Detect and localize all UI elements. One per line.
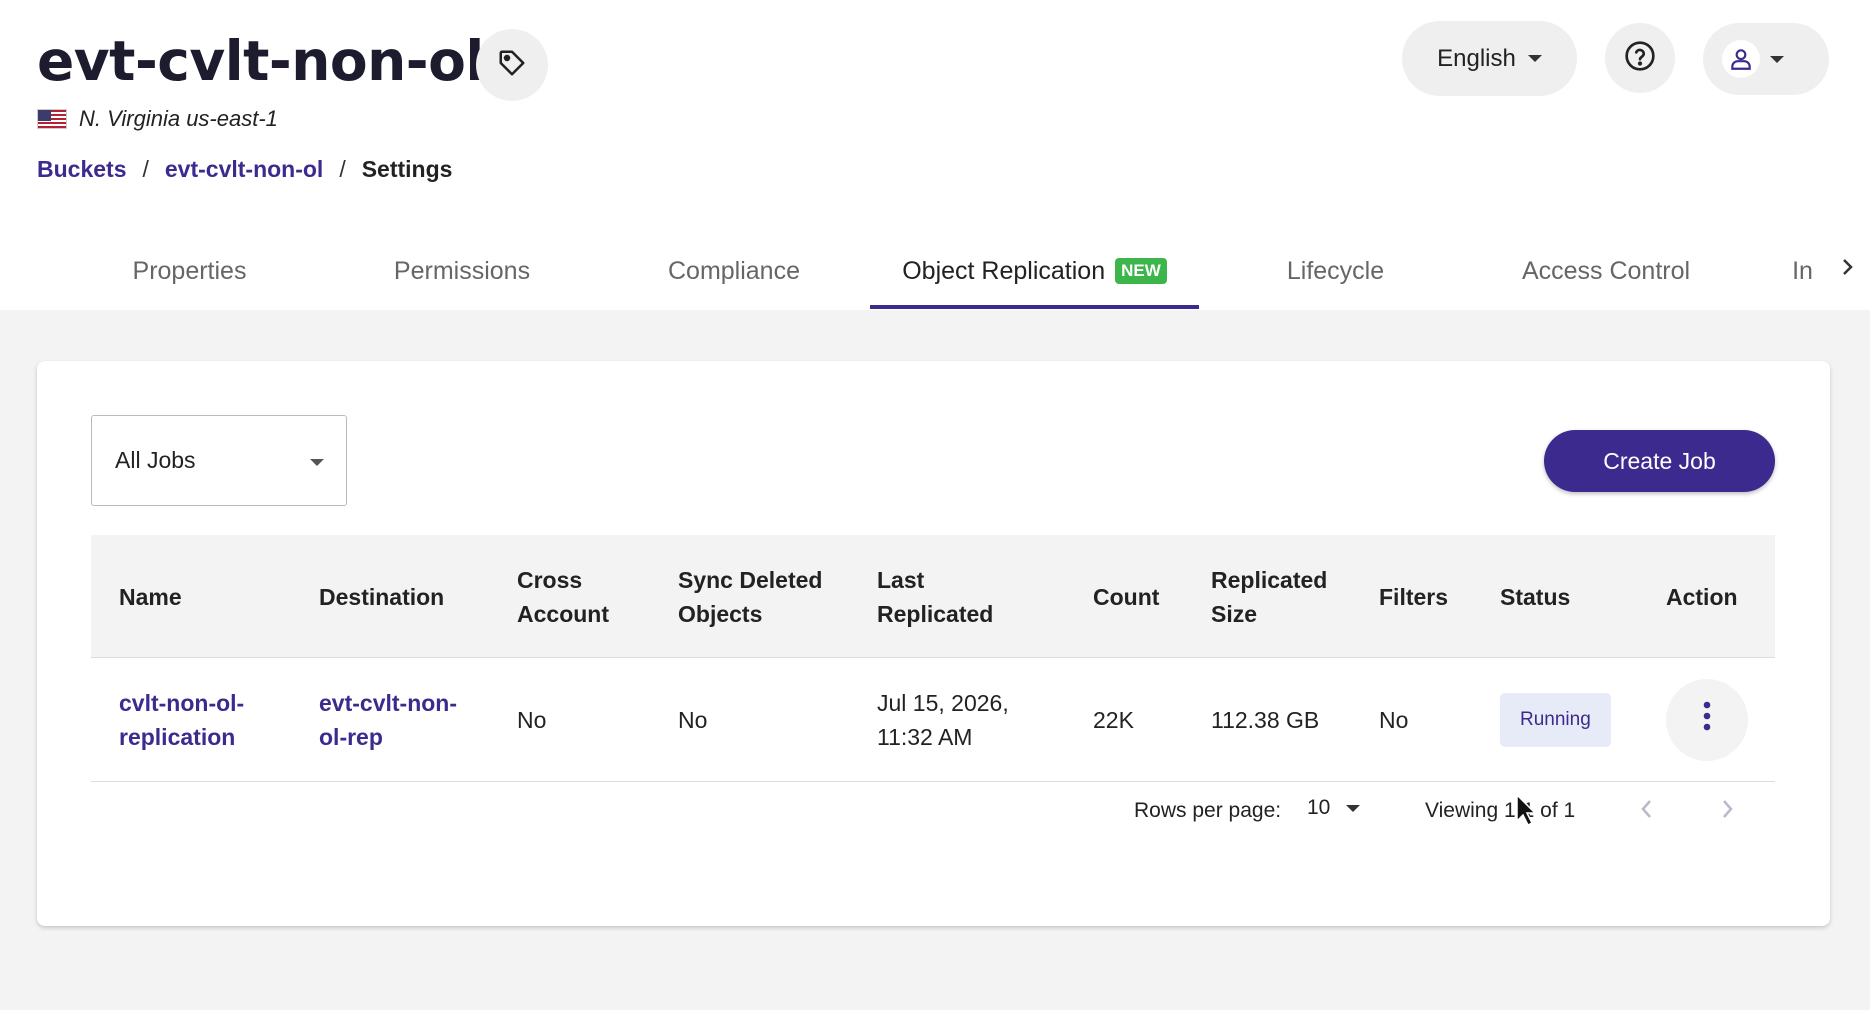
jobs-filter-select[interactable]: All Jobs	[91, 415, 347, 506]
table-row: cvlt-non-ol-replication evt-cvlt-non-ol-…	[91, 658, 1775, 782]
previous-page-button[interactable]	[1638, 796, 1656, 827]
sync-deleted-value: No	[678, 707, 708, 733]
tab-scroll-right-button[interactable]	[1835, 254, 1859, 284]
help-button[interactable]	[1605, 23, 1675, 93]
last-replicated-value: Jul 15, 2026, 11:32 AM	[877, 690, 1009, 750]
create-job-button[interactable]: Create Job	[1544, 430, 1775, 492]
chevron-down-icon	[1527, 55, 1542, 62]
settings-tabs: Properties Permissions Compliance Object…	[0, 232, 1870, 310]
jobs-filter-value: All Jobs	[115, 447, 196, 473]
rows-per-page-label: Rows per page:	[1134, 799, 1282, 822]
page-header: evt-cvlt-non-ol N. Virginia us-east-1 Bu…	[0, 0, 1870, 310]
column-header-cross-account: Cross Account	[517, 566, 609, 627]
more-vertical-icon	[1703, 701, 1711, 740]
rows-per-page-value: 10	[1307, 796, 1331, 819]
user-menu-button[interactable]	[1703, 23, 1829, 95]
viewing-range: Viewing 1-1 of 1	[1425, 799, 1576, 822]
tab-object-replication[interactable]: Object Replication NEW	[870, 232, 1199, 310]
tag-icon	[497, 48, 527, 83]
language-label: English	[1437, 44, 1516, 72]
status-badge: Running	[1500, 693, 1611, 747]
tag-button[interactable]	[476, 29, 548, 101]
next-page-button[interactable]	[1718, 796, 1736, 827]
replicated-size-value: 112.38 GB	[1211, 707, 1320, 733]
row-actions-button[interactable]	[1666, 679, 1748, 761]
language-selector[interactable]: English	[1402, 21, 1577, 96]
column-header-action: Action	[1666, 583, 1738, 610]
breadcrumb-buckets[interactable]: Buckets	[37, 156, 126, 183]
tab-permissions[interactable]: Permissions	[378, 232, 546, 310]
column-header-sync-deleted: Sync Deleted Objects	[678, 566, 823, 627]
active-tab-indicator	[870, 305, 1199, 309]
replication-jobs-card: All Jobs Create Job Name Destination Cro…	[37, 361, 1830, 926]
count-value: 22K	[1093, 707, 1134, 733]
column-header-status: Status	[1500, 583, 1571, 610]
table-header: Name Destination Cross Account Sync Dele…	[91, 535, 1775, 658]
tab-in[interactable]: In	[1785, 232, 1820, 310]
page-title: evt-cvlt-non-ol	[37, 29, 484, 93]
tab-lifecycle[interactable]: Lifecycle	[1268, 232, 1403, 310]
column-header-count: Count	[1093, 583, 1160, 610]
tab-properties[interactable]: Properties	[117, 232, 262, 310]
new-badge: NEW	[1115, 258, 1167, 284]
help-circle-icon	[1624, 40, 1656, 77]
chevron-down-icon	[1346, 804, 1361, 812]
chevron-left-icon	[1641, 800, 1651, 818]
destination-link[interactable]: evt-cvlt-non-ol-rep	[319, 658, 469, 782]
cross-account-value: No	[517, 707, 547, 733]
user-icon	[1722, 40, 1760, 78]
chevron-right-icon	[1840, 256, 1854, 283]
chevron-right-icon	[1723, 800, 1733, 818]
replication-jobs-table: Name Destination Cross Account Sync Dele…	[91, 535, 1775, 782]
us-flag-icon	[37, 109, 67, 129]
region-label: N. Virginia us-east-1	[79, 106, 278, 131]
rows-per-page-select[interactable]: 10	[1307, 796, 1361, 820]
region-info: N. Virginia us-east-1	[37, 106, 278, 132]
tab-access-control[interactable]: Access Control	[1505, 232, 1707, 310]
filters-value: No	[1379, 707, 1409, 733]
column-header-name: Name	[119, 583, 182, 610]
chevron-down-icon	[310, 459, 324, 466]
action-cell	[1666, 658, 1748, 782]
breadcrumb-separator: /	[142, 156, 149, 182]
chevron-down-icon	[1770, 55, 1784, 63]
job-name-link[interactable]: cvlt-non-ol-replication	[119, 658, 269, 782]
column-header-last-replicated: Last Replicated	[877, 566, 994, 627]
breadcrumb-bucket[interactable]: evt-cvlt-non-ol	[165, 156, 323, 183]
breadcrumb-current: Settings	[361, 156, 453, 182]
tab-compliance[interactable]: Compliance	[650, 232, 818, 310]
status-cell: Running	[1500, 658, 1611, 782]
mouse-cursor-icon	[1515, 793, 1537, 832]
column-header-destination: Destination	[319, 583, 445, 610]
column-header-filters: Filters	[1379, 583, 1449, 610]
breadcrumb: Buckets / evt-cvlt-non-ol / Settings	[37, 156, 452, 183]
column-header-replicated-size: Replicated Size	[1211, 566, 1328, 627]
breadcrumb-separator: /	[339, 156, 346, 182]
